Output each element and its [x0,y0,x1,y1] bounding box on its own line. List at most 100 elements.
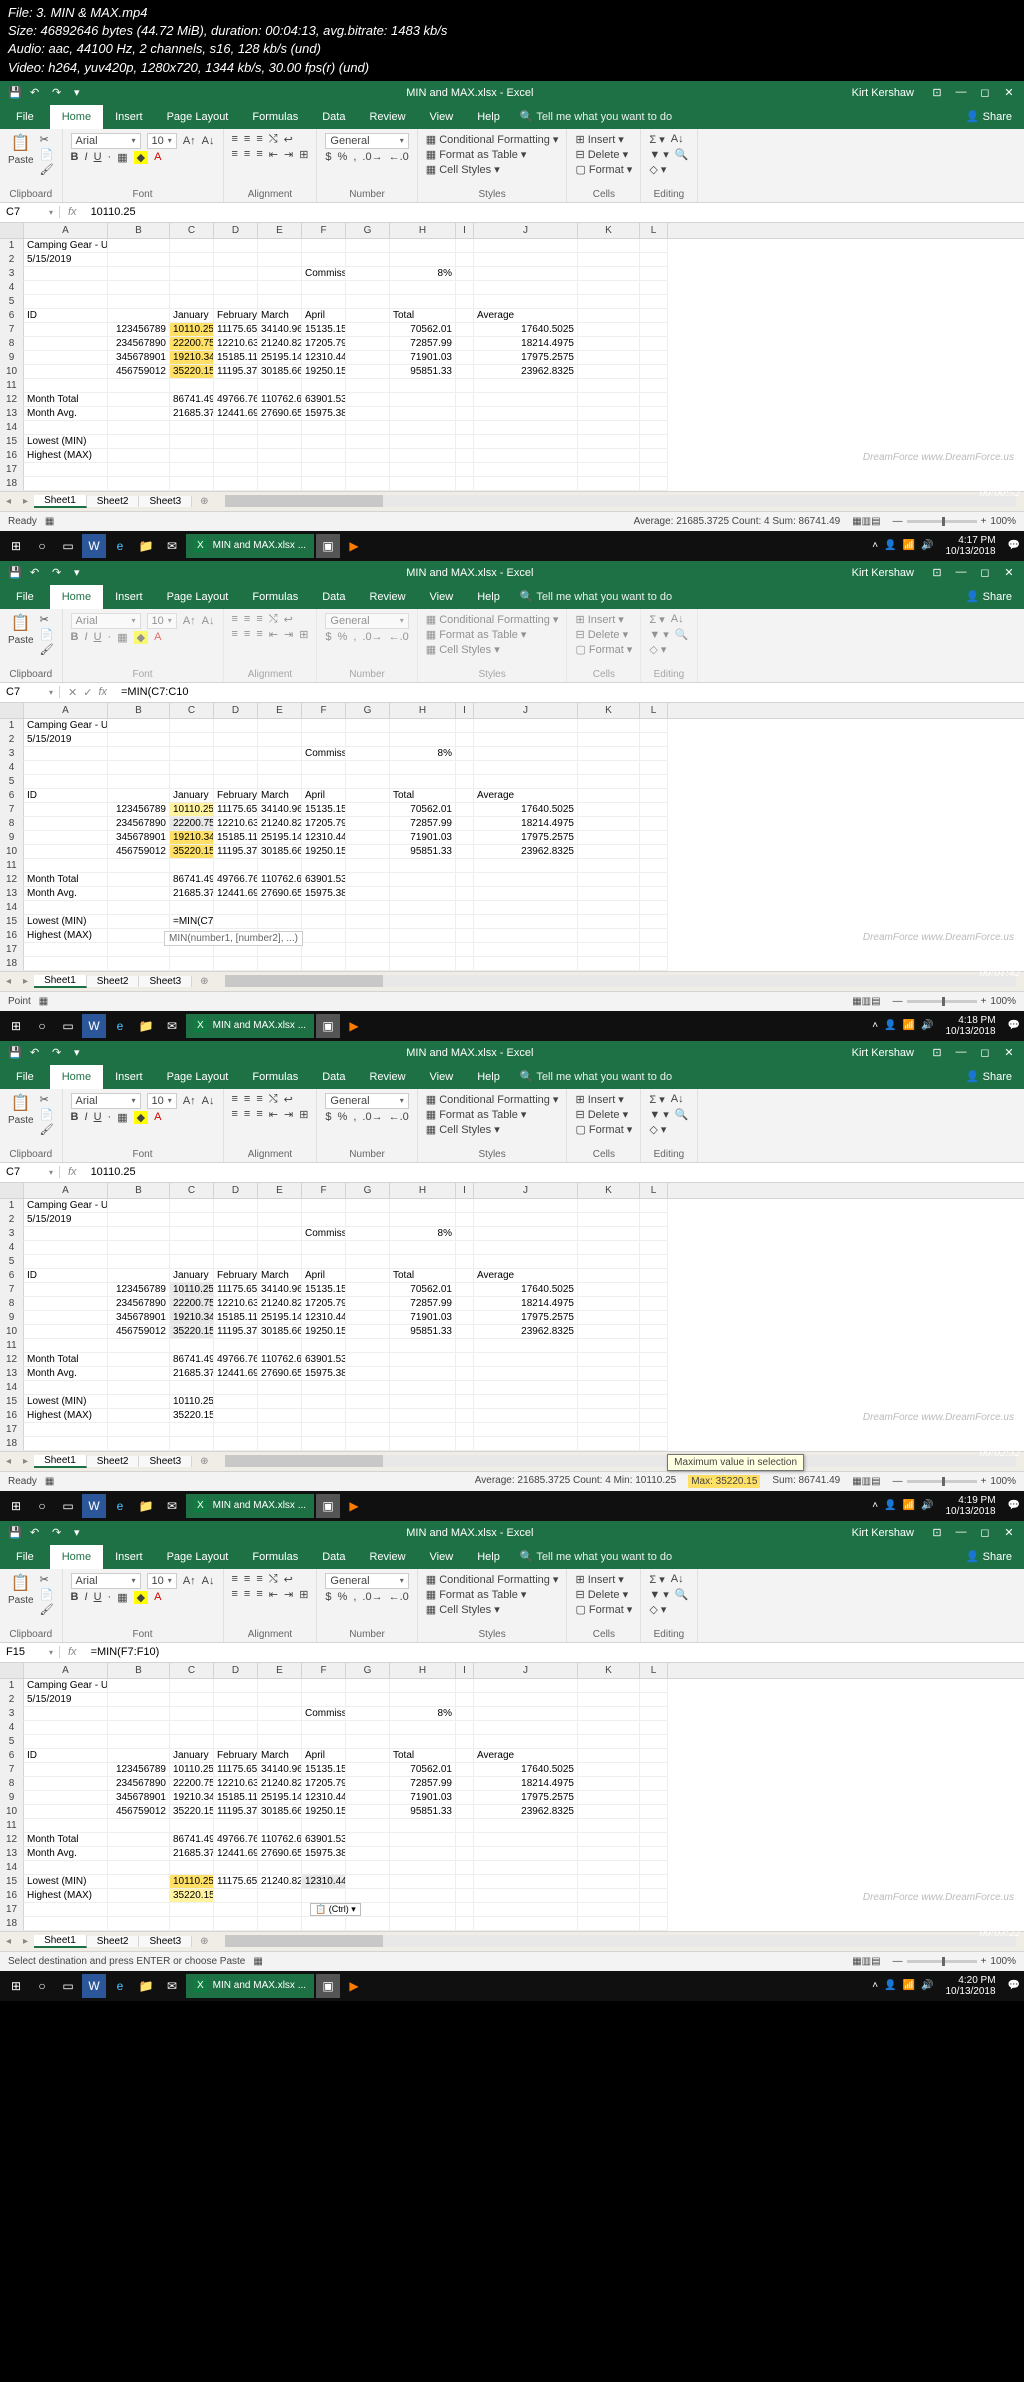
cell[interactable] [302,859,346,873]
qat-more-icon[interactable]: ▾ [74,86,88,100]
col-L[interactable]: L [640,223,668,238]
cell[interactable] [108,1199,170,1213]
cell[interactable] [108,463,170,477]
sheet-tab-2[interactable]: Sheet2 [87,1936,140,1947]
align-left-icon[interactable]: ≡ [232,1108,238,1120]
tab-pagelayout[interactable]: Page Layout [155,585,241,609]
cell[interactable] [302,379,346,393]
cell[interactable] [474,929,578,943]
cell[interactable] [456,1805,474,1819]
cell[interactable] [456,1367,474,1381]
cell[interactable] [578,719,640,733]
mail-icon[interactable]: ✉ [160,534,184,558]
cell[interactable] [24,421,108,435]
fill-icon[interactable]: ◆ [134,631,148,644]
cell[interactable]: 27690.65 [258,1847,302,1861]
cell[interactable] [390,1423,456,1437]
cell[interactable] [578,351,640,365]
cell[interactable] [456,253,474,267]
row-header[interactable]: 1 [0,1679,24,1693]
cell[interactable] [456,1889,474,1903]
fx-icon[interactable]: fx [68,206,77,218]
cell[interactable]: 18214.4975 [474,337,578,351]
cell[interactable] [24,775,108,789]
cell[interactable]: 71901.03 [390,831,456,845]
cell[interactable] [170,859,214,873]
cell[interactable] [578,1423,640,1437]
cell[interactable]: Commission: [302,1227,346,1241]
align-top-icon[interactable]: ≡ [232,1573,238,1585]
row-header[interactable]: 10 [0,845,24,859]
row-header[interactable]: 16 [0,1889,24,1903]
cell[interactable] [640,1679,668,1693]
cell[interactable] [474,435,578,449]
cell[interactable] [258,1199,302,1213]
macro-icon[interactable]: ▦ [45,1476,54,1487]
cell[interactable]: 23962.8325 [474,365,578,379]
col-H[interactable]: H [390,703,456,718]
cell[interactable] [346,1889,390,1903]
cell[interactable] [302,719,346,733]
cell[interactable]: 15975.38 [302,407,346,421]
cell[interactable] [302,1735,346,1749]
cell[interactable]: 234567890 [108,1297,170,1311]
cell[interactable] [578,859,640,873]
cell[interactable]: February [214,1749,258,1763]
row-header[interactable]: 3 [0,1707,24,1721]
cell[interactable] [24,463,108,477]
cell[interactable]: 8% [390,267,456,281]
cell[interactable] [640,775,668,789]
cell[interactable]: 234567890 [108,1777,170,1791]
col-B[interactable]: B [108,1663,170,1678]
cell[interactable] [108,1409,170,1423]
italic-button[interactable]: I [85,1591,88,1603]
cell[interactable] [578,1339,640,1353]
cell[interactable] [108,915,170,929]
tray-volume-icon[interactable]: 🔊 [921,1500,933,1511]
col-H[interactable]: H [390,223,456,238]
cell[interactable] [474,267,578,281]
cell[interactable] [170,1693,214,1707]
cell[interactable]: 15185.11 [214,831,258,845]
cell[interactable] [640,1763,668,1777]
cell[interactable] [456,1777,474,1791]
cell[interactable] [474,407,578,421]
cell[interactable]: 63901.53 [302,873,346,887]
sheet-tab-2[interactable]: Sheet2 [87,1456,140,1467]
row-header[interactable]: 6 [0,309,24,323]
cell[interactable] [24,365,108,379]
cell[interactable] [390,1735,456,1749]
tray-volume-icon[interactable]: 🔊 [921,540,933,551]
row-header[interactable]: 18 [0,1437,24,1451]
format-button[interactable]: ▢ Format ▾ [575,1123,632,1136]
cell[interactable] [474,1875,578,1889]
cell[interactable] [302,775,346,789]
cell[interactable] [640,1721,668,1735]
cell[interactable] [108,775,170,789]
underline-button[interactable]: U [94,151,102,163]
col-G[interactable]: G [346,1663,390,1678]
row-header[interactable]: 3 [0,747,24,761]
cell[interactable] [640,1423,668,1437]
underline-button[interactable]: U [94,1591,102,1603]
tab-review[interactable]: Review [357,105,417,129]
cell[interactable] [474,239,578,253]
cell[interactable] [108,1875,170,1889]
cell[interactable]: February [214,309,258,323]
cell[interactable] [456,817,474,831]
col-D[interactable]: D [214,1663,258,1678]
cell[interactable] [456,1791,474,1805]
cell[interactable] [640,929,668,943]
maximize-icon[interactable]: ◻ [976,566,994,579]
cell[interactable] [108,719,170,733]
find-icon[interactable]: 🔍 [675,1108,689,1121]
cell[interactable] [474,943,578,957]
cell[interactable] [456,1283,474,1297]
cell[interactable] [258,1213,302,1227]
cell[interactable] [346,733,390,747]
tab-view[interactable]: View [418,585,466,609]
cell[interactable] [24,1903,108,1917]
cell[interactable] [258,1241,302,1255]
cell[interactable] [108,859,170,873]
cell[interactable] [390,761,456,775]
